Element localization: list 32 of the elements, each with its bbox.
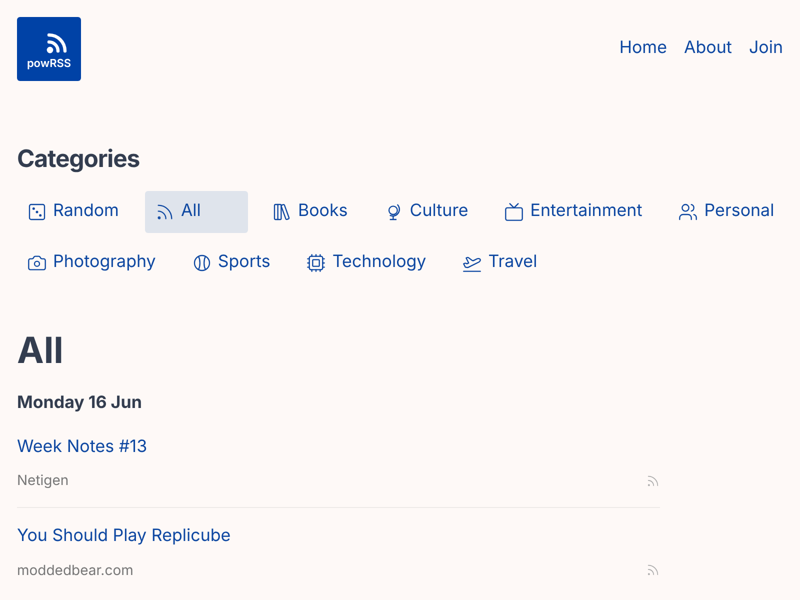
post-source: moddedbear.com [17, 560, 134, 580]
chip-icon [306, 253, 326, 273]
category-tab[interactable]: Personal [668, 191, 786, 233]
post-title-link[interactable]: You Should Play Replicube [17, 524, 660, 550]
category-tab[interactable]: Entertainment [494, 191, 654, 233]
nav-link[interactable]: Join [748, 36, 783, 62]
nav-link[interactable]: Home [619, 36, 667, 62]
rss-icon[interactable] [646, 474, 660, 488]
dice-icon [27, 202, 47, 222]
logo-text: powRSS [26, 57, 72, 71]
ball-icon [192, 253, 212, 273]
post-title-link[interactable]: Week Notes #13 [17, 434, 660, 460]
date-heading: Monday 16 Jun [17, 392, 143, 415]
category-tab[interactable]: All [144, 191, 248, 233]
category-tab[interactable]: Sports [182, 242, 282, 284]
rss-icon[interactable] [646, 563, 660, 577]
section-heading: Categories [17, 143, 141, 175]
category-tab[interactable]: Books [262, 191, 360, 233]
logo[interactable]: powRSS [17, 17, 81, 81]
users-icon [678, 202, 698, 222]
category-tab[interactable]: Travel [452, 242, 550, 284]
category-tab[interactable]: Photography [17, 242, 168, 284]
tv-icon [504, 202, 524, 222]
category-tab[interactable]: Technology [296, 242, 438, 284]
camera-icon [27, 253, 47, 273]
category-tab[interactable]: Culture [374, 191, 480, 233]
rss-icon [45, 31, 69, 56]
nav-link[interactable]: About [684, 36, 732, 62]
category-tab[interactable]: Random [17, 191, 131, 233]
books-icon [272, 202, 292, 222]
post-source: Netigen [17, 471, 69, 491]
page-title: All [17, 328, 64, 373]
